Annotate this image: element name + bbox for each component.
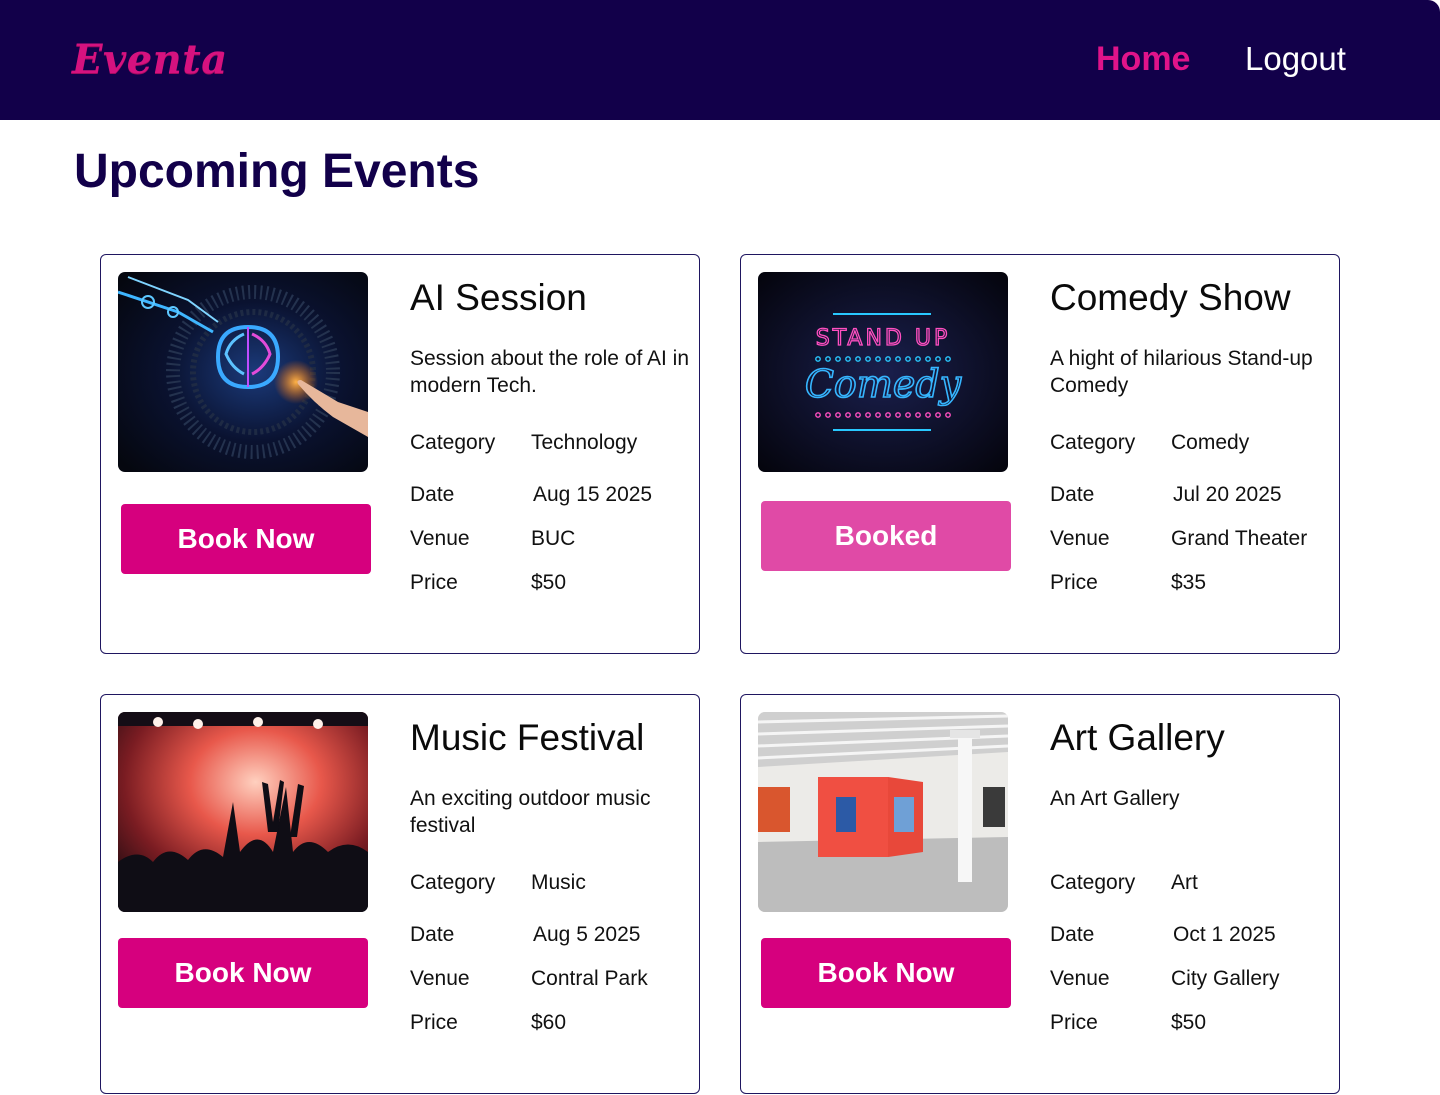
top-navbar: Eventa Home Logout <box>0 0 1440 120</box>
gallery-interior-image <box>758 712 1008 912</box>
event-title: Music Festival <box>410 717 645 758</box>
neon-comedy-text: Comedy <box>805 362 962 406</box>
category-value: Technology <box>531 431 638 454</box>
date-label: Date <box>1050 923 1095 946</box>
price-value: $60 <box>531 1011 567 1034</box>
concert-crowd-image <box>118 712 368 912</box>
category-value: Music <box>531 871 586 894</box>
neon-comedy-sign-image: STAND UP Comedy <box>758 272 1008 472</box>
category-label: Category <box>410 431 496 454</box>
date-label: Date <box>1050 483 1095 506</box>
price-label: Price <box>410 1011 458 1034</box>
date-label: Date <box>410 483 455 506</box>
venue-value: City Gallery <box>1171 967 1280 990</box>
price-label: Price <box>1050 571 1098 594</box>
venue-value: Contral Park <box>531 967 648 990</box>
price-label: Price <box>410 571 458 594</box>
event-description: An Art Gallery <box>1050 787 1180 810</box>
book-now-button[interactable]: Book Now <box>761 938 1011 1008</box>
venue-label: Venue <box>410 967 470 990</box>
venue-label: Venue <box>410 527 470 550</box>
price-label: Price <box>1050 1011 1098 1034</box>
category-label: Category <box>410 871 496 894</box>
event-card-art-gallery: Book Now Art Gallery An Art Gallery Cate… <box>740 694 1340 1094</box>
date-value: Aug 5 2025 <box>533 923 641 946</box>
event-title: Comedy Show <box>1050 277 1291 318</box>
date-label: Date <box>410 923 455 946</box>
event-description: A hight of hilarious Stand-up Comedy <box>1050 347 1313 397</box>
booked-button[interactable]: Booked <box>761 501 1011 571</box>
page-title: Upcoming Events <box>74 145 480 198</box>
eventa-logo[interactable]: Eventa <box>72 36 228 83</box>
category-label: Category <box>1050 431 1136 454</box>
venue-label: Venue <box>1050 967 1110 990</box>
date-value: Oct 1 2025 <box>1173 923 1276 946</box>
date-value: Aug 15 2025 <box>533 483 653 506</box>
venue-label: Venue <box>1050 527 1110 550</box>
event-title: AI Session <box>410 277 587 318</box>
venue-value: Grand Theater <box>1171 527 1308 550</box>
event-card-music-festival: Book Now Music Festival An exciting outd… <box>100 694 700 1094</box>
book-now-button[interactable]: Book Now <box>118 938 368 1008</box>
nav-home-link[interactable]: Home <box>1096 40 1190 79</box>
category-value: Comedy <box>1171 431 1250 454</box>
neon-stand-up-text: STAND UP <box>816 326 951 351</box>
event-card-comedy-show: STAND UP Comedy Booked Comedy Show A hig… <box>740 254 1340 654</box>
nav-logout-link[interactable]: Logout <box>1245 40 1346 78</box>
event-card-ai-session: Book Now AI Session Session about the ro… <box>100 254 700 654</box>
date-value: Jul 20 2025 <box>1173 483 1282 506</box>
event-title: Art Gallery <box>1050 717 1225 758</box>
category-value: Art <box>1171 871 1198 894</box>
price-value: $50 <box>531 571 567 594</box>
event-description: Session about the role of AI in modern T… <box>410 347 690 397</box>
price-value: $35 <box>1171 571 1207 594</box>
event-description: An exciting outdoor music festival <box>410 787 651 837</box>
book-now-button[interactable]: Book Now <box>121 504 371 574</box>
venue-value: BUC <box>531 527 576 550</box>
price-value: $50 <box>1171 1011 1207 1034</box>
ai-brain-image <box>118 272 368 472</box>
category-label: Category <box>1050 871 1136 894</box>
